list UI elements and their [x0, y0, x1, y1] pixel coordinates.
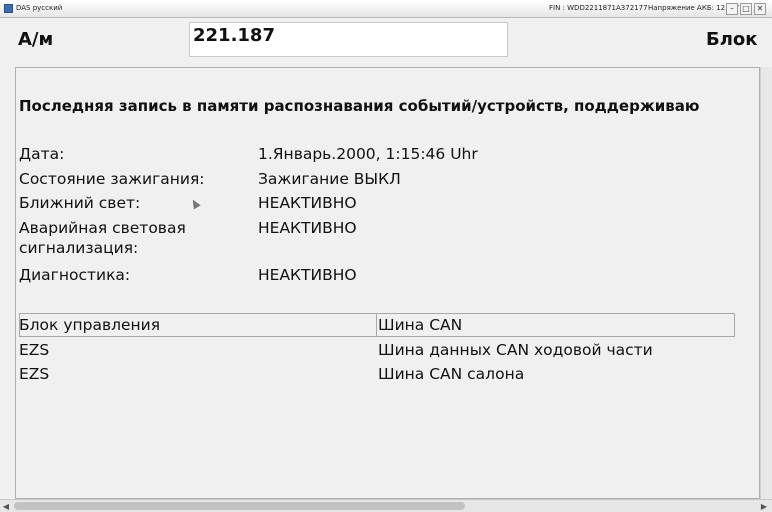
fin-readout: FIN : WDD2211871A372177 [549, 4, 648, 12]
vertical-scrollbar[interactable] [760, 67, 772, 499]
scrollbar-thumb[interactable] [14, 502, 465, 510]
hazard-lights-value: НЕАКТИВНО [258, 219, 357, 237]
table-row-2-control-unit: EZS [19, 365, 50, 383]
panel-title: Последняя запись в памяти распознавания … [19, 97, 700, 115]
minimize-button[interactable]: – [726, 3, 738, 15]
app-icon [4, 4, 13, 13]
hazard-lights-label: Аварийная световая сигнализация: [19, 219, 186, 257]
column-header-can-bus[interactable]: Шина CAN [378, 315, 462, 335]
ignition-state-label: Состояние зажигания: [19, 170, 205, 188]
column-header-control-unit[interactable]: Блок управления [19, 315, 160, 335]
scroll-right-icon[interactable]: ▶ [758, 501, 770, 512]
window-titlebar: DAS русский FIN : WDD2211871A372177 Напр… [0, 0, 772, 18]
date-label: Дата: [19, 145, 65, 163]
column-divider [376, 314, 377, 336]
horizontal-scrollbar[interactable]: ◀ ▶ [0, 499, 772, 512]
diagnostics-label: Диагностика: [19, 266, 131, 284]
window-title: DAS русский [16, 4, 63, 12]
low-beam-value: НЕАКТИВНО [258, 194, 357, 212]
control-unit-label: Блок [706, 29, 758, 50]
vehicle-label: А/м [18, 29, 54, 50]
table-row-2-can-bus: Шина CAN салона [378, 365, 525, 383]
ignition-state-value: Зажигание ВЫКЛ [258, 170, 401, 188]
scroll-left-icon[interactable]: ◀ [0, 501, 12, 512]
table-row-1-can-bus: Шина данных CAN ходовой части [378, 341, 653, 359]
diagnostics-value: НЕАКТИВНО [258, 266, 357, 284]
close-button[interactable]: ✕ [754, 3, 766, 15]
event-memory-panel: Последняя запись в памяти распознавания … [15, 67, 760, 499]
maximize-button[interactable]: □ [740, 3, 752, 15]
table-row-1-control-unit: EZS [19, 341, 50, 359]
vehicle-model-field[interactable]: 221.187 [189, 22, 508, 57]
date-value: 1.Январь.2000, 1:15:46 Uhr [258, 145, 478, 163]
low-beam-label: Ближний свет: [19, 194, 141, 212]
